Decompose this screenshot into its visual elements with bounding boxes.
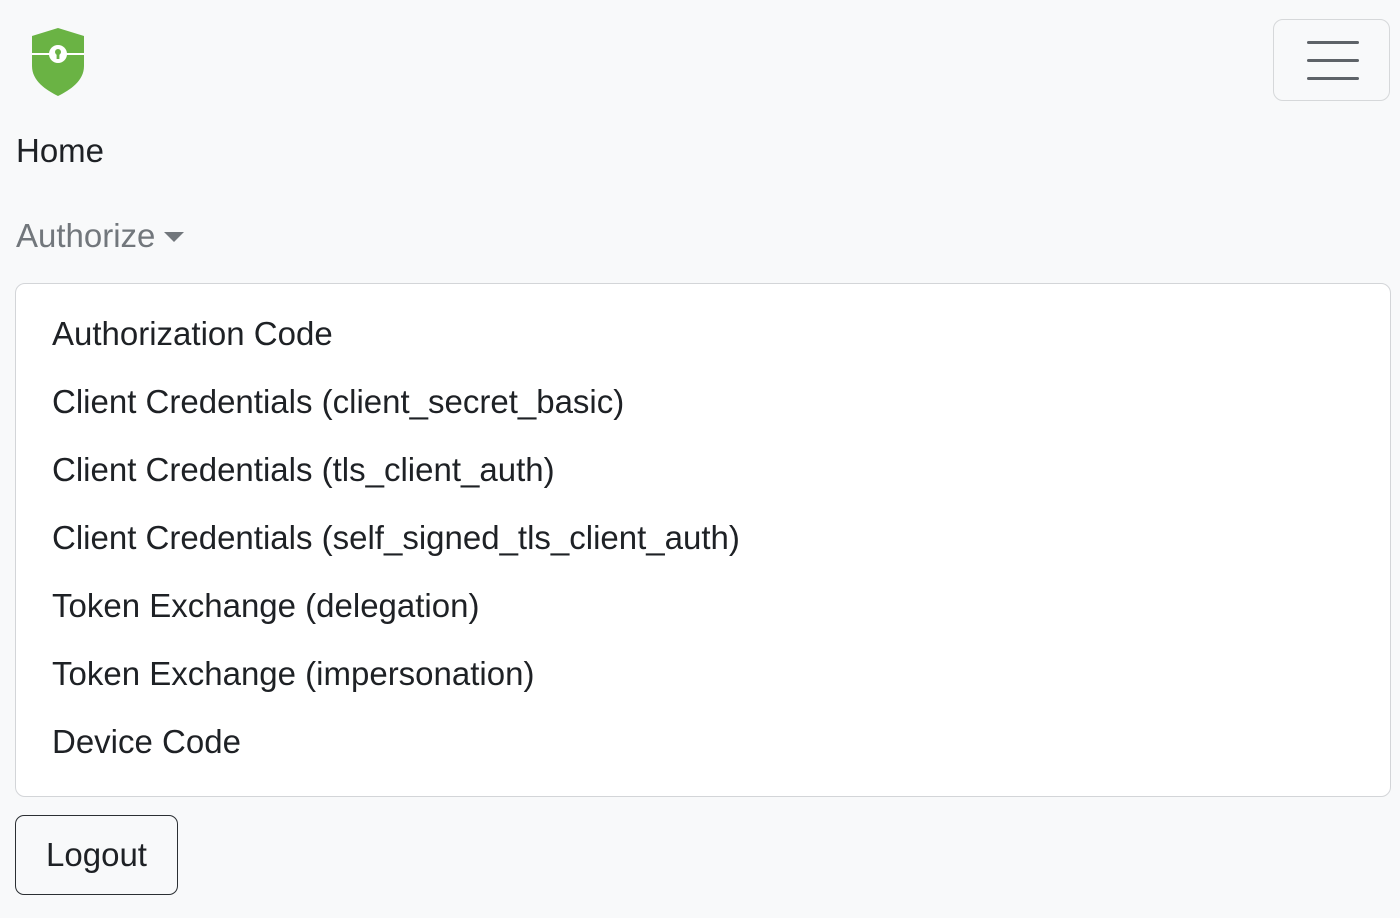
dropdown-item-token-exchange-impersonation[interactable]: Token Exchange (impersonation) bbox=[16, 640, 1390, 708]
authorize-dropdown-menu: Authorization Code Client Credentials (c… bbox=[15, 283, 1391, 797]
dropdown-item-token-exchange-delegation[interactable]: Token Exchange (delegation) bbox=[16, 572, 1390, 640]
dropdown-item-client-credentials-self-signed-tls[interactable]: Client Credentials (self_signed_tls_clie… bbox=[16, 504, 1390, 572]
nav-dropdown-authorize-label: Authorize bbox=[16, 217, 156, 254]
navbar-toggler-button[interactable] bbox=[1273, 19, 1390, 101]
dropdown-item-client-credentials-tls[interactable]: Client Credentials (tls_client_auth) bbox=[16, 436, 1390, 504]
dropdown-item-authorization-code[interactable]: Authorization Code bbox=[16, 300, 1390, 368]
hamburger-menu-icon bbox=[1307, 59, 1359, 62]
shield-keyhole-icon[interactable] bbox=[30, 26, 86, 98]
hamburger-menu-icon bbox=[1307, 41, 1359, 44]
nav-link-home[interactable]: Home bbox=[16, 131, 104, 171]
caret-down-icon bbox=[164, 232, 185, 242]
dropdown-item-client-credentials-secret-basic[interactable]: Client Credentials (client_secret_basic) bbox=[16, 368, 1390, 436]
hamburger-menu-icon bbox=[1307, 77, 1359, 80]
nav-dropdown-authorize[interactable]: Authorize bbox=[16, 216, 185, 256]
logout-button[interactable]: Logout bbox=[15, 815, 178, 895]
dropdown-item-device-code[interactable]: Device Code bbox=[16, 708, 1390, 776]
